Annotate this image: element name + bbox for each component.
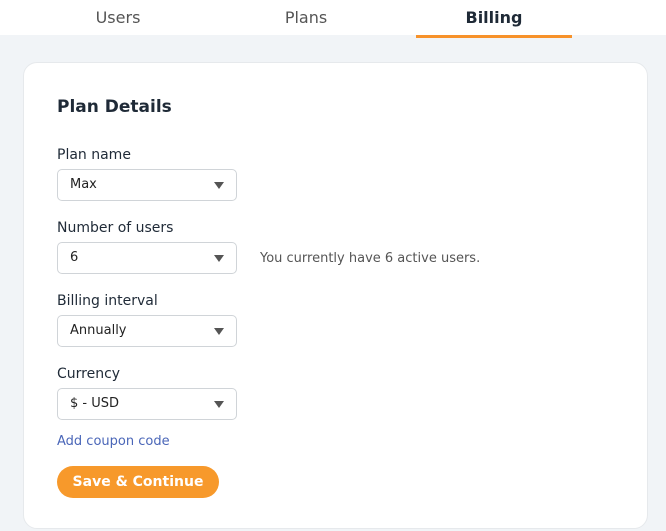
- billing-interval-label: Billing interval: [57, 293, 158, 309]
- chevron-down-icon: [214, 401, 224, 408]
- currency-select[interactable]: $ - USD: [57, 388, 237, 420]
- add-coupon-link[interactable]: Add coupon code: [57, 434, 170, 449]
- currency-value: $ - USD: [70, 396, 120, 411]
- chevron-down-icon: [214, 328, 224, 335]
- tab-billing[interactable]: Billing: [416, 0, 572, 38]
- plan-details-card: Plan Details Plan name Max Number of use…: [23, 62, 648, 529]
- tab-bar: Users Plans Billing: [0, 0, 666, 38]
- tab-plans[interactable]: Plans: [228, 0, 384, 38]
- plan-name-value: Max: [70, 177, 97, 192]
- billing-interval-value: Annually: [70, 323, 127, 338]
- tab-users[interactable]: Users: [40, 0, 196, 38]
- number-of-users-label: Number of users: [57, 220, 174, 236]
- number-of-users-value: 6: [70, 250, 79, 265]
- chevron-down-icon: [214, 182, 224, 189]
- section-title: Plan Details: [57, 97, 172, 117]
- currency-label: Currency: [57, 366, 121, 382]
- billing-interval-select[interactable]: Annually: [57, 315, 237, 347]
- plan-name-label: Plan name: [57, 147, 131, 163]
- number-of-users-select[interactable]: 6: [57, 242, 237, 274]
- chevron-down-icon: [214, 255, 224, 262]
- save-continue-button[interactable]: Save & Continue: [57, 466, 219, 498]
- active-users-hint: You currently have 6 active users.: [260, 251, 481, 266]
- plan-name-select[interactable]: Max: [57, 169, 237, 201]
